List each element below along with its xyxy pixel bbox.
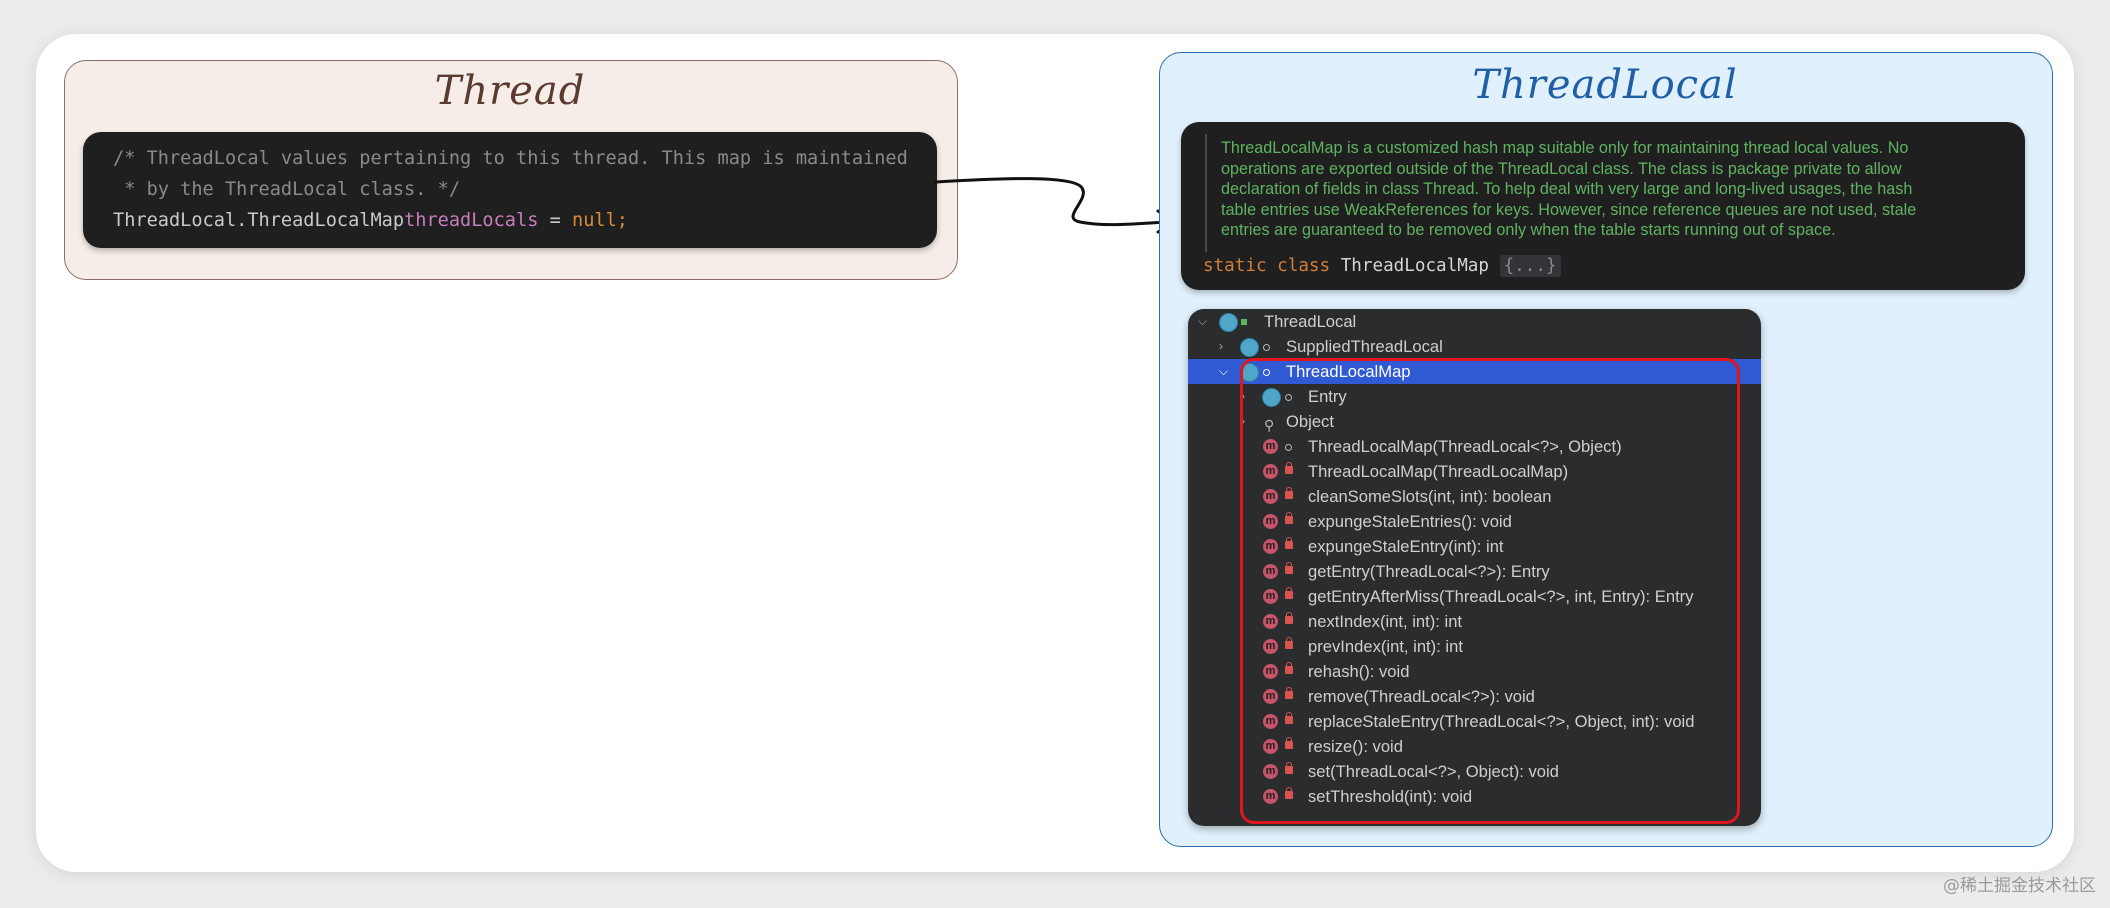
method-label: getEntry(ThreadLocal<?>): Entry [1308, 562, 1550, 581]
method-label: prevIndex(int, int): int [1308, 637, 1463, 656]
lock-icon [1285, 562, 1293, 574]
method-label: setThreshold(int): void [1308, 787, 1473, 806]
tree-row-method[interactable]: m expungeStaleEntry(int): int [1188, 534, 1761, 559]
lock-icon [1285, 537, 1293, 549]
tree-row-method[interactable]: m ThreadLocalMap(ThreadLocal<?>, Object) [1188, 434, 1761, 459]
tree-row-supplied[interactable]: › SuppliedThreadLocal [1188, 334, 1761, 359]
package-icon [1263, 369, 1270, 376]
doc-comment: ThreadLocalMap is a customized hash map … [1221, 138, 2016, 241]
tree-row-method[interactable]: m setThreshold(int): void [1188, 784, 1761, 809]
tree-row-entry[interactable]: › Entry [1188, 384, 1761, 409]
doc-line: ThreadLocalMap is a customized hash map … [1221, 139, 1909, 157]
method-label: ThreadLocalMap(ThreadLocalMap) [1308, 462, 1569, 481]
class-icon [1240, 363, 1259, 382]
method-label: set(ThreadLocal<?>, Object): void [1308, 762, 1559, 781]
package-icon [1263, 344, 1270, 351]
tree-row-object[interactable]: › ⚲ Object [1188, 409, 1761, 434]
threadlocalmap-doc-box: ThreadLocalMap is a customized hash map … [1181, 122, 2025, 290]
method-icon: m [1263, 514, 1278, 529]
lock-icon [1285, 587, 1293, 599]
method-icon: m [1263, 489, 1278, 504]
tree-label: Entry [1308, 387, 1347, 406]
doc-line: operations are exported outside of the T… [1221, 159, 1902, 178]
tree-row-threadlocalmap[interactable]: ⌵ ThreadLocalMap [1188, 359, 1761, 384]
method-label: expungeStaleEntry(int): int [1308, 537, 1504, 556]
method-label: rehash(): void [1308, 662, 1410, 681]
method-icon: m [1263, 464, 1278, 479]
method-icon: m [1263, 739, 1278, 754]
lock-icon [1285, 787, 1293, 799]
method-icon: m [1263, 764, 1278, 779]
lock-icon [1285, 512, 1293, 524]
doc-quote-bar [1205, 134, 1207, 252]
lock-icon [1285, 462, 1293, 474]
doc-line: declaration of fields in class Thread. T… [1221, 180, 1913, 199]
doc-line: entries are guaranteed to be removed onl… [1221, 221, 1836, 240]
method-label: replaceStaleEntry(ThreadLocal<?>, Object… [1308, 712, 1695, 731]
tree-label: SuppliedThreadLocal [1286, 337, 1443, 356]
lock-icon [1285, 712, 1293, 724]
structure-tree: ⌵ ThreadLocal › SuppliedThreadLocal ⌵ Th… [1188, 309, 1761, 826]
tree-row-root[interactable]: ⌵ ThreadLocal [1188, 309, 1761, 334]
tree-row-method[interactable]: m resize(): void [1188, 734, 1761, 759]
method-icon: m [1263, 689, 1278, 704]
lock-icon [1285, 737, 1293, 749]
lock-icon [1285, 762, 1293, 774]
method-label: resize(): void [1308, 737, 1403, 756]
chevron-down-icon[interactable]: ⌵ [1219, 359, 1228, 384]
method-label: getEntryAfterMiss(ThreadLocal<?>, int, E… [1308, 587, 1694, 606]
tree-label: ThreadLocalMap [1286, 362, 1411, 381]
lock-icon [1285, 662, 1293, 674]
chevron-down-icon[interactable]: ⌵ [1198, 309, 1207, 334]
lock-icon [1285, 612, 1293, 624]
package-icon [1285, 394, 1292, 401]
method-icon: m [1263, 639, 1278, 654]
method-label: expungeStaleEntries(): void [1308, 512, 1512, 531]
method-icon: m [1263, 664, 1278, 679]
method-icon: m [1263, 589, 1278, 604]
tree-row-method[interactable]: m getEntryAfterMiss(ThreadLocal<?>, int,… [1188, 584, 1761, 609]
code-class-name: ThreadLocalMap [1330, 256, 1500, 276]
chevron-right-icon[interactable]: › [1241, 409, 1245, 434]
method-icon: m [1263, 714, 1278, 729]
tree-row-method[interactable]: m replaceStaleEntry(ThreadLocal<?>, Obje… [1188, 709, 1761, 734]
method-label: cleanSomeSlots(int, int): boolean [1308, 487, 1552, 506]
method-icon: m [1263, 439, 1278, 454]
tree-row-method[interactable]: m remove(ThreadLocal<?>): void [1188, 684, 1761, 709]
chevron-right-icon[interactable]: › [1219, 334, 1223, 359]
tree-row-method[interactable]: m rehash(): void [1188, 659, 1761, 684]
tree-label: Object [1286, 412, 1334, 431]
tree-row-method[interactable]: m nextIndex(int, int): int [1188, 609, 1761, 634]
tree-row-method[interactable]: m set(ThreadLocal<?>, Object): void [1188, 759, 1761, 784]
public-icon [1241, 319, 1247, 325]
tree-row-method[interactable]: m cleanSomeSlots(int, int): boolean [1188, 484, 1761, 509]
threadlocal-title: ThreadLocal [1472, 62, 1738, 108]
class-icon [1219, 313, 1238, 332]
tree-label: ThreadLocal [1264, 312, 1357, 331]
connector-arrow [934, 177, 1174, 227]
lock-icon [1285, 487, 1293, 499]
method-label: ThreadLocalMap(ThreadLocal<?>, Object) [1308, 437, 1622, 456]
class-icon [1240, 338, 1259, 357]
tree-row-method[interactable]: m prevIndex(int, int): int [1188, 634, 1761, 659]
tree-row-method[interactable]: m ThreadLocalMap(ThreadLocalMap) [1188, 459, 1761, 484]
class-declaration: static class ThreadLocalMap {...} [1203, 255, 1561, 277]
code-fold[interactable]: {...} [1499, 255, 1561, 277]
chevron-right-icon[interactable]: › [1241, 384, 1245, 409]
method-icon: m [1263, 539, 1278, 554]
tree-row-method[interactable]: m getEntry(ThreadLocal<?>): Entry [1188, 559, 1761, 584]
class-icon [1262, 388, 1281, 407]
method-label: remove(ThreadLocal<?>): void [1308, 687, 1535, 706]
method-icon: m [1263, 564, 1278, 579]
tree-row-method[interactable]: m expungeStaleEntries(): void [1188, 509, 1761, 534]
package-icon [1285, 444, 1292, 451]
lock-icon [1285, 637, 1293, 649]
method-icon: m [1263, 789, 1278, 804]
lock-icon [1285, 687, 1293, 699]
method-label: nextIndex(int, int): int [1308, 612, 1463, 631]
method-icon: m [1263, 614, 1278, 629]
code-keyword: static class [1203, 256, 1331, 276]
doc-line: table entries use WeakReferences for key… [1221, 200, 1917, 219]
watermark: @稀土掘金技术社区 [1943, 876, 2096, 896]
